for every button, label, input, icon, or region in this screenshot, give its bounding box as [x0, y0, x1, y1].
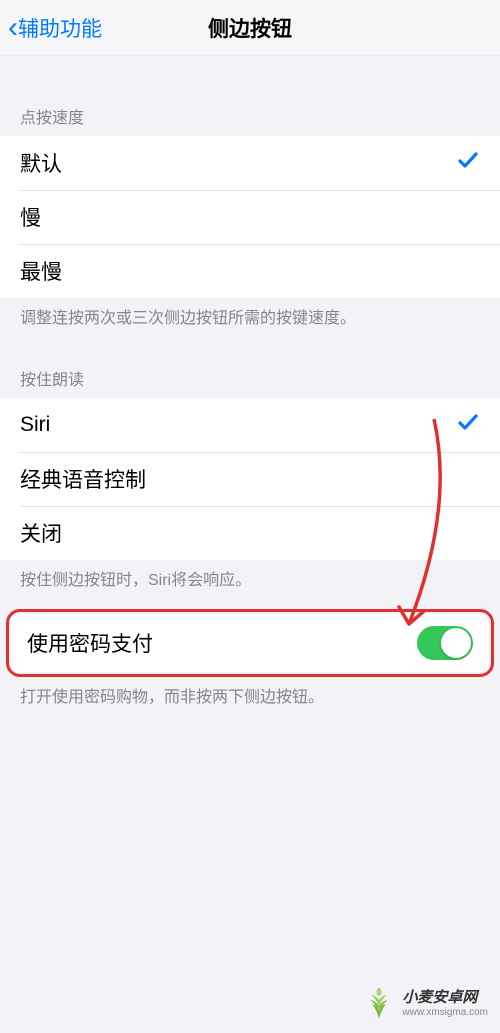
back-button[interactable]: ‹ 辅助功能	[0, 13, 102, 43]
highlight-annotation: 使用密码支付	[6, 609, 494, 677]
option-label: 关闭	[20, 518, 62, 548]
section-footer-hold-speak: 按住侧边按钮时，Siri将会响应。	[0, 560, 500, 600]
option-siri[interactable]: Siri	[0, 398, 500, 452]
back-label: 辅助功能	[18, 13, 102, 43]
wheat-icon	[362, 987, 396, 1021]
passcode-payment-label: 使用密码支付	[27, 628, 153, 658]
option-label: 慢	[20, 202, 41, 232]
page-title: 侧边按钮	[208, 13, 292, 43]
click-speed-group: 默认 慢 最慢	[0, 136, 500, 298]
passcode-payment-row[interactable]: 使用密码支付	[11, 614, 489, 672]
navigation-header: ‹ 辅助功能 侧边按钮	[0, 0, 500, 56]
check-icon	[456, 148, 480, 178]
check-icon	[456, 410, 480, 440]
section-header-click-speed: 点按速度	[0, 76, 500, 136]
watermark: 小麦安卓网 www.xmsigma.com	[362, 987, 488, 1021]
watermark-url: www.xmsigma.com	[402, 1007, 488, 1018]
hold-speak-group: Siri 经典语音控制 关闭	[0, 398, 500, 560]
watermark-name: 小麦安卓网	[402, 990, 488, 1007]
section-footer-click-speed: 调整连按两次或三次侧边按钮所需的按键速度。	[0, 298, 500, 338]
option-classic-voice[interactable]: 经典语音控制	[0, 452, 500, 506]
option-slow[interactable]: 慢	[0, 190, 500, 244]
chevron-left-icon: ‹	[8, 13, 18, 43]
option-label: 最慢	[20, 256, 62, 286]
option-default[interactable]: 默认	[0, 136, 500, 190]
option-label: 默认	[20, 148, 62, 178]
option-label: Siri	[20, 413, 50, 437]
option-off[interactable]: 关闭	[0, 506, 500, 560]
passcode-payment-switch[interactable]	[417, 626, 473, 660]
option-slowest[interactable]: 最慢	[0, 244, 500, 298]
section-footer-payment: 打开使用密码购物，而非按两下侧边按钮。	[0, 681, 500, 717]
section-header-hold-speak: 按住朗读	[0, 338, 500, 398]
option-label: 经典语音控制	[20, 464, 146, 494]
